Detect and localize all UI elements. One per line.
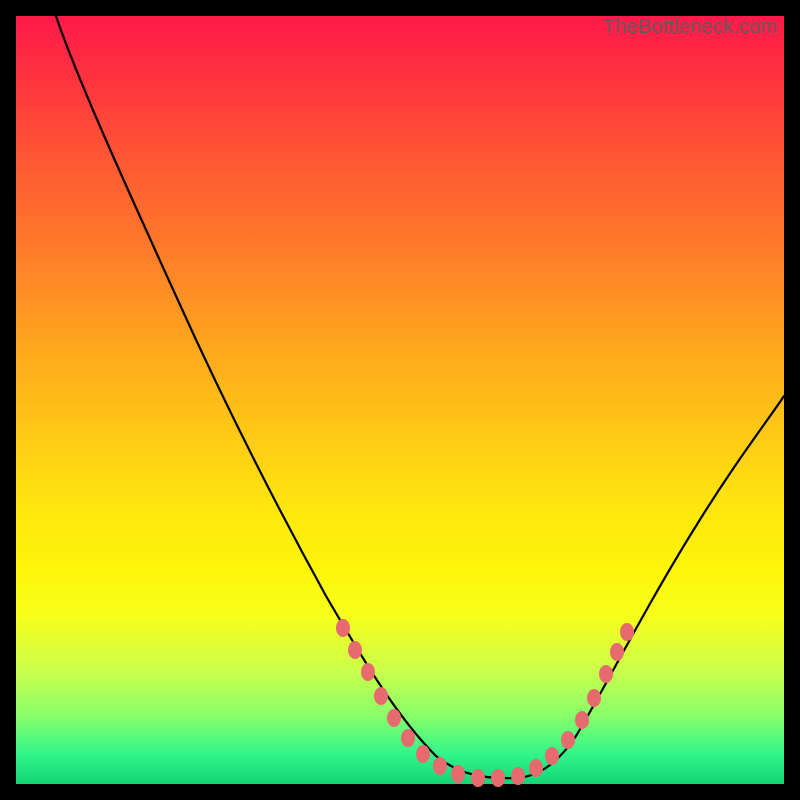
- curve-marker: [511, 767, 525, 785]
- curve-marker: [451, 765, 465, 783]
- curve-marker: [575, 711, 589, 729]
- curve-marker: [599, 665, 613, 683]
- curve-marker: [620, 623, 634, 641]
- plot-area: TheBottleneck.com: [16, 16, 784, 784]
- curve-marker: [387, 709, 401, 727]
- bottleneck-curve: [56, 16, 784, 778]
- marker-group: [336, 619, 634, 787]
- curve-marker: [361, 663, 375, 681]
- curve-marker: [374, 687, 388, 705]
- curve-marker: [561, 731, 575, 749]
- curve-marker: [336, 619, 350, 637]
- curve-marker: [529, 759, 543, 777]
- curve-marker: [587, 689, 601, 707]
- curve-marker: [433, 757, 447, 775]
- chart-svg: [16, 16, 784, 784]
- curve-marker: [348, 641, 362, 659]
- curve-marker: [491, 769, 505, 787]
- chart-frame: TheBottleneck.com: [0, 0, 800, 800]
- curve-marker: [545, 747, 559, 765]
- curve-marker: [416, 745, 430, 763]
- curve-marker: [401, 729, 415, 747]
- curve-marker: [610, 643, 624, 661]
- curve-marker: [471, 769, 485, 787]
